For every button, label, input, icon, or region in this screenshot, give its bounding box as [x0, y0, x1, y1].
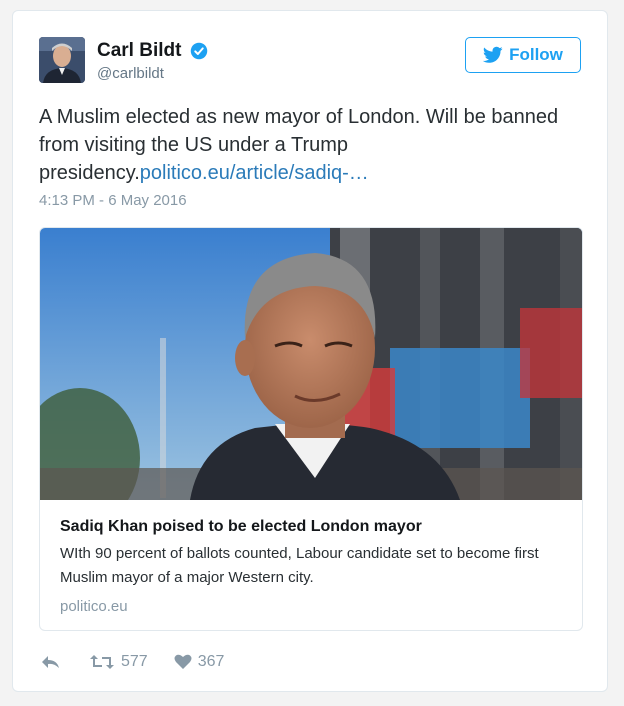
article-photo — [40, 228, 582, 500]
reply-button[interactable] — [39, 653, 61, 671]
card-description: WIth 90 percent of ballots counted, Labo… — [60, 545, 539, 586]
author-handle[interactable]: @carlbildt — [97, 65, 208, 82]
like-button[interactable]: 367 — [174, 653, 225, 671]
reply-icon — [42, 656, 59, 668]
follow-button[interactable]: Follow — [465, 37, 581, 73]
like-count: 367 — [197, 653, 225, 670]
verified-badge-icon — [190, 42, 208, 60]
heart-icon — [174, 654, 192, 669]
card-title: Sadiq Khan poised to be elected London m… — [60, 518, 422, 535]
avatar[interactable] — [39, 37, 85, 83]
link-preview-card[interactable]: Sadiq Khan poised to be elected London m… — [39, 227, 583, 631]
tweet-timestamp[interactable]: 4:13 PM - 6 May 2016 — [39, 192, 187, 209]
retweet-button[interactable]: 577 — [89, 653, 148, 671]
retweet-icon — [90, 655, 114, 669]
card-domain: politico.eu — [60, 598, 128, 615]
tweet-link[interactable]: politico.eu/article/sadiq-… — [140, 162, 369, 184]
author-names: Carl Bildt @carlbildt — [97, 40, 208, 82]
retweet-count: 577 — [121, 653, 148, 670]
tweet-actions: 577 367 — [39, 651, 224, 673]
tweet-text: A Muslim elected as new mayor of London.… — [39, 103, 585, 187]
display-name[interactable]: Carl Bildt — [97, 40, 181, 62]
follow-label: Follow — [509, 45, 563, 64]
tweet-card: Carl Bildt @carlbildt Follow A Muslim el… — [12, 10, 608, 692]
tweet-header: Carl Bildt @carlbildt Follow — [39, 37, 581, 97]
twitter-bird-icon — [483, 46, 503, 63]
avatar-image — [39, 37, 85, 83]
